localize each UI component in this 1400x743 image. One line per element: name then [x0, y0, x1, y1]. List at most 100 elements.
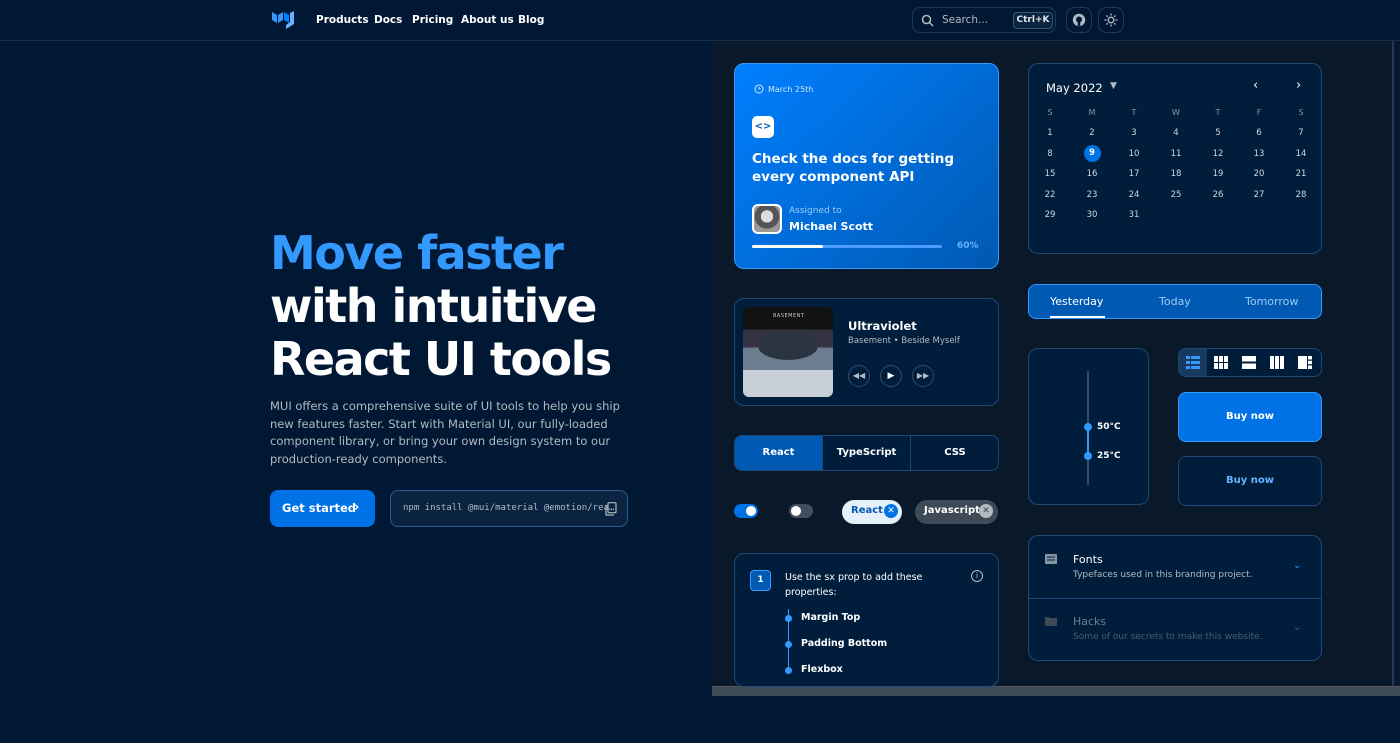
calendar-day[interactable]: 31	[1124, 210, 1144, 220]
buy-now-button-outlined[interactable]: Buy now	[1178, 456, 1322, 506]
toggle-react[interactable]: React	[735, 436, 822, 470]
calendar-day[interactable]: 5	[1208, 128, 1228, 138]
calendar-day[interactable]: 23	[1082, 190, 1102, 200]
calendar-day[interactable]: 13	[1249, 149, 1269, 159]
install-command: npm install @mui/material @emotion/rea…	[403, 503, 615, 513]
calendar-day[interactable]: 24	[1124, 190, 1144, 200]
previous-month-icon[interactable]: ‹	[1253, 78, 1258, 93]
view-sidebar-toggle[interactable]	[1291, 349, 1319, 376]
play-icon[interactable]: ▶	[880, 365, 902, 387]
rewind-icon[interactable]: ◀◀	[848, 365, 870, 387]
switch-knob	[746, 506, 756, 516]
view-list-toggle[interactable]	[1179, 349, 1207, 376]
calendar-day[interactable]: 10	[1124, 149, 1144, 159]
calendar-day[interactable]: 16	[1082, 169, 1102, 179]
task-title: Check the docs for getting every compone…	[752, 151, 955, 185]
calendar-month[interactable]: May 2022	[1046, 81, 1103, 95]
toggle-typescript[interactable]: TypeScript	[823, 436, 910, 470]
album-cover-text: BASEMENT	[773, 313, 805, 319]
chip-javascript-delete-icon[interactable]: ✕	[979, 504, 993, 518]
task-date: March 25th	[768, 85, 814, 94]
copy-icon[interactable]	[605, 502, 617, 516]
calendar-weekday: F	[1256, 108, 1262, 117]
step-title: Use the sx prop to add these properties:	[785, 572, 923, 598]
search-placeholder: Search...	[942, 14, 989, 26]
calendar-day[interactable]: 15	[1040, 169, 1060, 179]
calendar-day[interactable]: 6	[1249, 128, 1269, 138]
calendar-day[interactable]: 11	[1166, 149, 1186, 159]
calendar-day[interactable]: 27	[1249, 190, 1269, 200]
calendar-day[interactable]: 29	[1040, 210, 1060, 220]
calendar-weekday: T	[1131, 108, 1137, 117]
calendar-day[interactable]: 19	[1208, 169, 1228, 179]
fast-forward-icon[interactable]: ▶▶	[912, 365, 934, 387]
calendar-day[interactable]: 9	[1083, 144, 1101, 162]
sun-icon	[1104, 13, 1118, 27]
tab-yesterday[interactable]: Yesterday	[1050, 295, 1103, 308]
toggle-css[interactable]: CSS	[911, 436, 998, 470]
chip-react-delete-icon[interactable]: ✕	[884, 504, 898, 518]
calendar-day[interactable]: 28	[1291, 190, 1311, 200]
nav-pricing[interactable]: Pricing	[412, 14, 453, 26]
caret-down-icon[interactable]: ▼	[1110, 81, 1117, 91]
panel-edge	[1392, 41, 1394, 686]
assignee-avatar	[752, 204, 782, 234]
calendar-weekday: S	[1298, 108, 1304, 117]
calendar-day[interactable]: 21	[1291, 169, 1311, 179]
temperature-slider-card: 50°C 25°C	[1028, 348, 1149, 505]
info-icon[interactable]: i	[971, 570, 983, 582]
calendar-day[interactable]: 14	[1291, 149, 1311, 159]
calendar-day[interactable]: 3	[1124, 128, 1144, 138]
calendar-day[interactable]: 8	[1040, 149, 1060, 159]
nav-docs[interactable]: Docs	[374, 14, 402, 26]
calendar-day[interactable]: 22	[1040, 190, 1060, 200]
buy-now-button-primary[interactable]: Buy now	[1178, 392, 1322, 442]
theme-toggle-button[interactable]	[1098, 7, 1124, 33]
chip-react[interactable]: React ✕	[842, 500, 902, 524]
install-command-box[interactable]: npm install @mui/material @emotion/rea…	[390, 490, 628, 527]
accordion-fonts-title[interactable]: Fonts	[1073, 553, 1103, 566]
horizontal-scrollbar[interactable]	[712, 686, 1400, 696]
calendar-day[interactable]: 1	[1040, 128, 1060, 138]
view-list-icon	[1186, 356, 1200, 369]
slider-high-label: 50°C	[1097, 422, 1121, 432]
tab-tomorrow[interactable]: Tomorrow	[1245, 295, 1298, 308]
search-icon	[921, 14, 934, 27]
calendar-day[interactable]: 7	[1291, 128, 1311, 138]
chevron-down-icon[interactable]: ⌄	[1293, 622, 1301, 633]
view-week-icon	[1270, 356, 1284, 369]
calendar-day[interactable]: 17	[1124, 169, 1144, 179]
step-dot	[785, 615, 792, 622]
accordion-hacks-title[interactable]: Hacks	[1073, 615, 1106, 628]
calendar-day[interactable]: 30	[1082, 210, 1102, 220]
nav-about-us[interactable]: About us	[461, 14, 514, 26]
switch-off[interactable]	[789, 504, 813, 518]
tab-today[interactable]: Today	[1159, 295, 1191, 308]
chip-javascript[interactable]: Javascript ✕	[915, 500, 998, 524]
view-agenda-toggle[interactable]	[1235, 349, 1263, 376]
calendar-day[interactable]: 12	[1208, 149, 1228, 159]
accordion-divider	[1029, 598, 1321, 599]
slider-thumb-high[interactable]	[1084, 423, 1092, 431]
calendar-day[interactable]: 25	[1166, 190, 1186, 200]
github-button[interactable]	[1066, 7, 1092, 33]
calendar-day[interactable]: 26	[1208, 190, 1228, 200]
next-month-icon[interactable]: ›	[1296, 78, 1301, 93]
calendar-day[interactable]: 18	[1166, 169, 1186, 179]
mui-logo-icon[interactable]	[271, 9, 295, 31]
task-progress-label: 60%	[957, 241, 979, 251]
get-started-button[interactable]: Get started ›	[270, 490, 375, 527]
view-module-toggle[interactable]	[1207, 349, 1235, 376]
chevron-down-icon[interactable]: ⌄	[1293, 560, 1301, 571]
nav-products[interactable]: Products	[316, 14, 369, 26]
view-week-toggle[interactable]	[1263, 349, 1291, 376]
slider-thumb-low[interactable]	[1084, 452, 1092, 460]
calendar-day[interactable]: 4	[1166, 128, 1186, 138]
calendar-day[interactable]: 2	[1082, 128, 1102, 138]
nav-blog[interactable]: Blog	[518, 14, 544, 26]
song-title: Ultraviolet	[848, 319, 917, 333]
search-button[interactable]: Search... Ctrl+K	[912, 7, 1056, 33]
calendar-day[interactable]: 20	[1249, 169, 1269, 179]
switch-on[interactable]	[734, 504, 758, 518]
switch-knob	[791, 506, 801, 516]
